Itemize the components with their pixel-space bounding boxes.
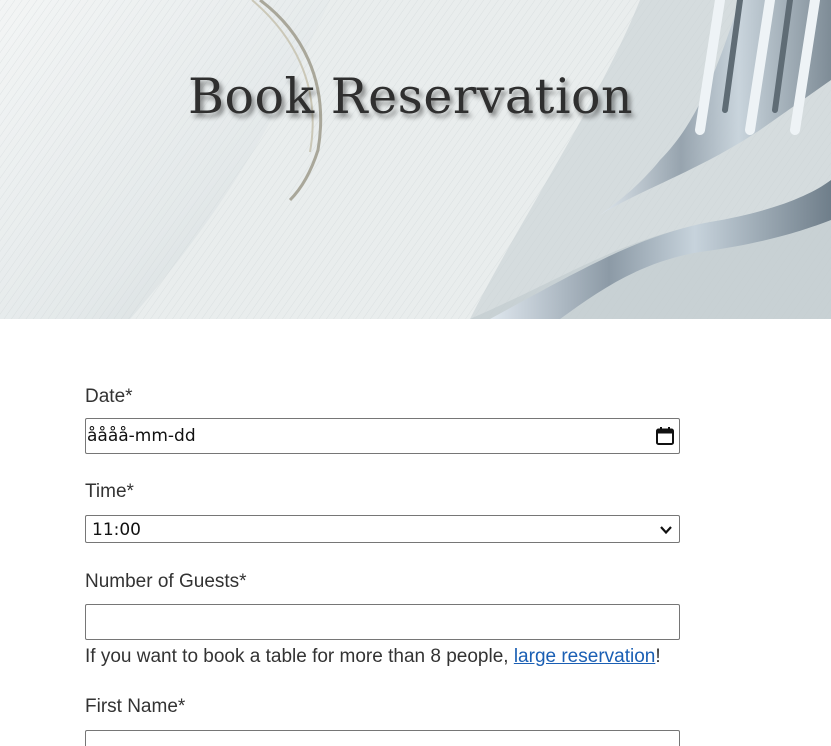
first-name-input[interactable] [85,730,680,746]
page-title: Book Reservation [188,68,634,125]
time-label: Time* [85,481,134,502]
guests-help-text: If you want to book a table for more tha… [85,646,680,668]
date-input[interactable]: åååå-mm-dd [85,418,680,454]
reservation-form: Date* åååå-mm-dd Time* 11:00 Number of G… [85,380,680,746]
time-select-value: 11:00 [92,520,141,540]
large-reservation-link[interactable]: large reservation [514,646,656,667]
hero-banner: Book Reservation [0,0,831,319]
first-name-label: First Name* [85,696,186,717]
date-input-value: åååå-mm-dd [87,426,196,446]
guests-label: Number of Guests* [85,571,247,592]
guests-help-prefix: If you want to book a table for more tha… [85,646,514,667]
calendar-icon[interactable] [655,426,675,446]
guests-input[interactable] [85,604,680,640]
guests-help-suffix: ! [655,646,661,667]
date-label: Date* [85,386,133,407]
chevron-down-icon [660,526,672,535]
time-select[interactable]: 11:00 [85,515,680,543]
hero-image [0,0,831,319]
